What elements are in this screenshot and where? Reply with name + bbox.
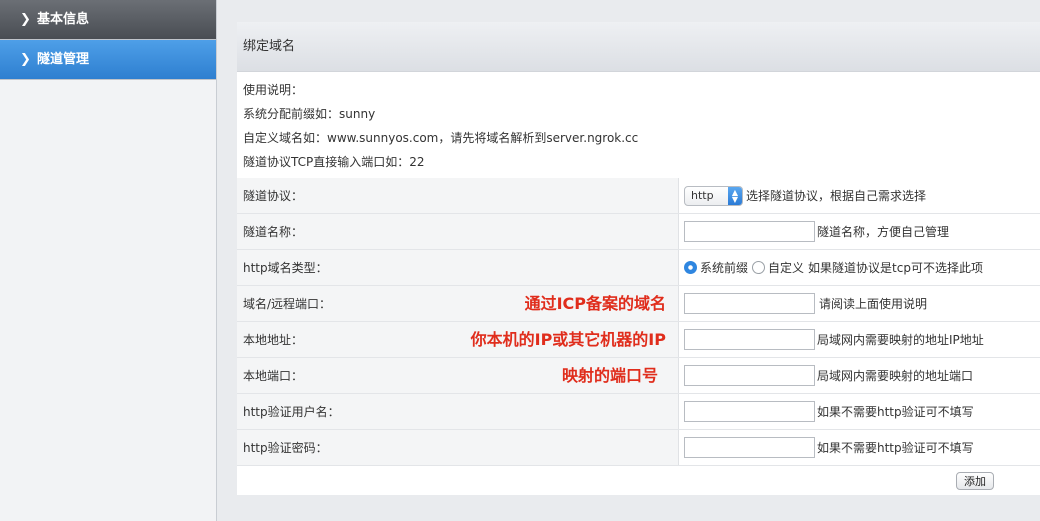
note-line: 使用说明： bbox=[243, 83, 304, 97]
form-row-protocol: 隧道协议： http ▲ ▼ 选择隧道协议，根据自己需求选择 bbox=[237, 178, 1040, 214]
protocol-hint: 选择隧道协议，根据自己需求选择 bbox=[746, 189, 927, 203]
local-port-label: 本地端口： bbox=[243, 369, 304, 383]
domain-type-label: http域名类型： bbox=[237, 250, 679, 285]
local-port-input[interactable] bbox=[684, 365, 815, 386]
form-row-domain: 域名/远程端口： 通过ICP备案的域名 请阅读上面使用说明 bbox=[237, 286, 1040, 322]
protocol-label: 隧道协议： bbox=[237, 178, 679, 213]
main-panel: 绑定域名 使用说明： 系统分配前缀如：sunny 自定义域名如：www.sunn… bbox=[237, 22, 1040, 495]
form-row-name: 隧道名称： 隧道名称，方便自己管理 bbox=[237, 214, 1040, 250]
radio-checked-icon bbox=[684, 261, 697, 274]
http-user-label: http验证用户名： bbox=[237, 394, 679, 429]
http-pass-label: http验证密码： bbox=[237, 430, 679, 465]
tunnel-name-hint: 隧道名称，方便自己管理 bbox=[817, 225, 950, 239]
sidebar-item-label: 隧道管理 bbox=[37, 51, 90, 67]
select-arrows-icon: ▲ ▼ bbox=[728, 186, 742, 205]
usage-notes: 使用说明： 系统分配前缀如：sunny 自定义域名如：www.sunnyos.c… bbox=[237, 72, 1040, 174]
form-row-http-user: http验证用户名： 如果不需要http验证可不填写 bbox=[237, 394, 1040, 430]
domain-type-hint: 如果隧道协议是tcp可不选择此项 bbox=[808, 261, 983, 275]
protocol-selected-value: http bbox=[691, 189, 714, 202]
domain-annotation: 通过ICP备案的域名 bbox=[524, 294, 666, 313]
tunnel-form: 隧道协议： http ▲ ▼ 选择隧道协议，根据自己需求选择 隧道名称： 隧道名称… bbox=[237, 178, 1040, 466]
local-port-hint: 局域网内需要映射的地址端口 bbox=[817, 369, 974, 383]
form-row-local-addr: 本地地址： 你本机的IP或其它机器的IP 局域网内需要映射的地址IP地址 bbox=[237, 322, 1040, 358]
local-addr-annotation: 你本机的IP或其它机器的IP bbox=[470, 330, 666, 349]
sidebar: ❯ 基本信息 ❯ 隧道管理 bbox=[0, 0, 217, 521]
http-pass-input[interactable] bbox=[684, 437, 815, 458]
local-port-annotation: 映射的端口号 bbox=[561, 366, 658, 385]
note-line: 隧道协议TCP直接输入端口如：22 bbox=[243, 155, 425, 169]
chevron-right-icon: ❯ bbox=[20, 11, 31, 27]
radio-custom[interactable]: 自定义 bbox=[752, 259, 804, 276]
http-pass-hint: 如果不需要http验证可不填写 bbox=[817, 441, 974, 455]
form-row-local-port: 本地端口： 映射的端口号 局域网内需要映射的地址端口 bbox=[237, 358, 1040, 394]
chevron-right-icon: ❯ bbox=[20, 51, 31, 67]
radio-label: 系统前缀 bbox=[700, 261, 749, 275]
domain-label: 域名/远程端口： bbox=[243, 297, 332, 311]
protocol-select[interactable]: http ▲ ▼ bbox=[684, 185, 743, 206]
local-addr-input[interactable] bbox=[684, 329, 815, 350]
sidebar-item-label: 基本信息 bbox=[37, 11, 90, 27]
panel-title: 绑定域名 bbox=[237, 22, 1040, 72]
local-addr-hint: 局域网内需要映射的地址IP地址 bbox=[817, 333, 984, 347]
form-row-http-pass: http验证密码： 如果不需要http验证可不填写 bbox=[237, 430, 1040, 466]
domain-hint: 请阅读上面使用说明 bbox=[819, 297, 928, 311]
http-user-input[interactable] bbox=[684, 401, 815, 422]
sidebar-item-tunnel-management[interactable]: ❯ 隧道管理 bbox=[0, 40, 216, 80]
tunnel-name-label: 隧道名称： bbox=[237, 214, 679, 249]
add-button[interactable]: 添加 bbox=[956, 472, 994, 490]
note-line: 自定义域名如：www.sunnyos.com，请先将域名解析到server.ng… bbox=[243, 131, 639, 145]
domain-input[interactable] bbox=[684, 293, 815, 314]
sidebar-item-basic-info[interactable]: ❯ 基本信息 bbox=[0, 0, 216, 40]
radio-label: 自定义 bbox=[768, 261, 805, 275]
radio-unchecked-icon bbox=[752, 261, 766, 274]
tunnel-name-input[interactable] bbox=[684, 221, 815, 242]
form-row-domain-type: http域名类型： 系统前缀 自定义 如果隧道协议是tcp可不选择此项 bbox=[237, 250, 1040, 286]
note-line: 系统分配前缀如：sunny bbox=[243, 107, 376, 121]
local-addr-label: 本地地址： bbox=[243, 333, 304, 347]
radio-system-prefix[interactable]: 系统前缀 bbox=[684, 259, 748, 276]
http-user-hint: 如果不需要http验证可不填写 bbox=[817, 405, 974, 419]
